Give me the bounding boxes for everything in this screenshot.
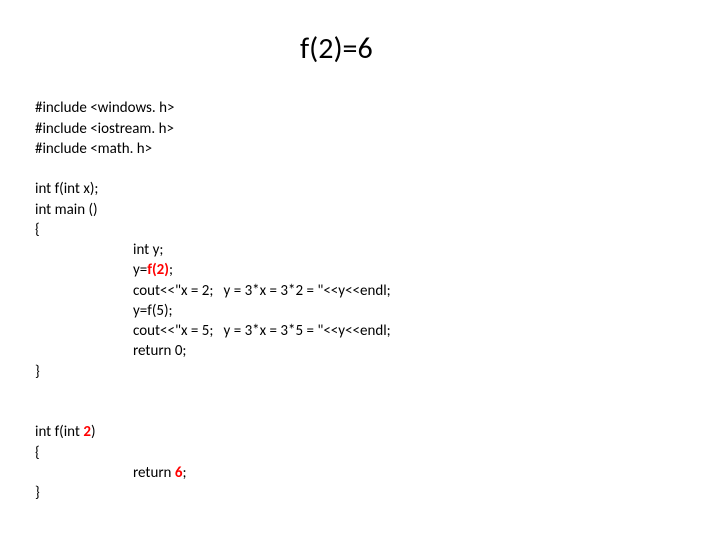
line-brace-close-2: }	[35, 484, 40, 502]
line-include-3: #include <math. h>	[35, 140, 152, 158]
slide-title: f(2)=6	[300, 30, 373, 67]
line-yf2-pre: y=	[133, 261, 147, 279]
line-fdef-pre: int f(int	[35, 423, 83, 441]
line-int-y: int y;	[35, 240, 163, 260]
line-include-2: #include <iostream. h>	[35, 120, 174, 138]
line-return-pre: return	[133, 464, 175, 482]
line-return-post: ;	[182, 464, 186, 482]
line-brace-close: }	[35, 363, 40, 381]
line-fdef-post: )	[91, 423, 96, 441]
code-block: #include <windows. h> #include <iostream…	[35, 78, 685, 503]
line-yf2-post: ;	[169, 261, 173, 279]
line-cout2: cout<<"x = 5; y = 3*x = 3*5 = "<<y<<endl…	[35, 321, 391, 341]
highlight-f2-call: f(2)	[147, 261, 169, 279]
line-brace-open-2: {	[35, 444, 40, 462]
line-yf5: y=f(5);	[35, 301, 173, 321]
line-return-0: return 0;	[35, 341, 186, 361]
line-cout1: cout<<"x = 2; y = 3*x = 3*2 = "<<y<<endl…	[35, 281, 391, 301]
line-include-1: #include <windows. h>	[35, 99, 174, 117]
line-proto: int f(int x);	[35, 180, 98, 198]
highlight-param-2: 2	[83, 423, 91, 441]
line-brace-open: {	[35, 221, 40, 239]
line-main-decl: int main ()	[35, 201, 98, 219]
